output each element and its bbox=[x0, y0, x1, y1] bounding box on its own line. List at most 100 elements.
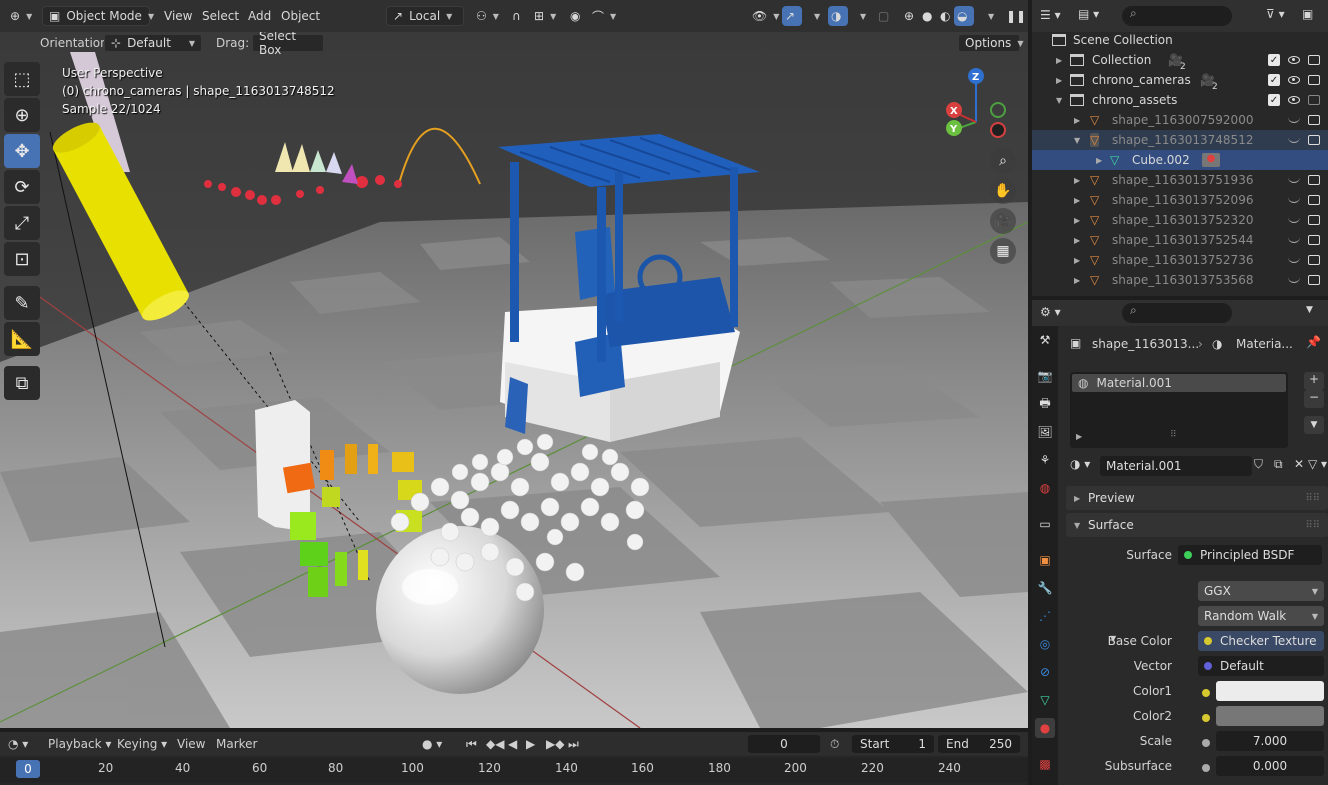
measure-tool[interactable]: 📐 bbox=[4, 322, 40, 356]
expand-arrow[interactable]: ▶ bbox=[1074, 256, 1080, 265]
current-frame-field[interactable]: 0 bbox=[748, 735, 820, 753]
scale-field[interactable]: 7.000 bbox=[1216, 731, 1324, 751]
outliner-editor-type[interactable]: ☰ ▾ bbox=[1040, 8, 1061, 22]
expand-arrow[interactable]: ▶ bbox=[1074, 176, 1080, 185]
add-cube-tool[interactable]: ⧉ bbox=[4, 366, 40, 400]
subsurface-field[interactable]: 0.000 bbox=[1216, 756, 1324, 776]
properties-options-dropdown[interactable]: ▼ bbox=[1306, 305, 1313, 315]
camera-render-icon[interactable] bbox=[1308, 175, 1320, 185]
color1-swatch[interactable] bbox=[1216, 681, 1324, 701]
tab-material[interactable]: ● bbox=[1035, 718, 1055, 738]
cursor-tool[interactable]: ⊕ bbox=[4, 98, 40, 132]
exclude-checkbox[interactable]: ✓ bbox=[1268, 74, 1280, 86]
eye-icon[interactable] bbox=[1288, 56, 1300, 64]
camera-render-icon[interactable] bbox=[1308, 215, 1320, 225]
subsurface-method-dropdown[interactable]: Random Walk ▼ bbox=[1198, 606, 1324, 626]
editor-type-button[interactable]: ⊕ ▼ bbox=[4, 6, 38, 26]
outliner-row-chrono-cameras[interactable]: ▶ chrono_cameras 🎥 2 ✓ bbox=[1032, 70, 1328, 92]
filter-dropdown[interactable]: ⊽ ▾ bbox=[1266, 7, 1285, 21]
tab-modifiers[interactable]: 🔧 bbox=[1035, 578, 1055, 598]
expand-arrow[interactable]: ▶ bbox=[1096, 156, 1102, 165]
tab-render[interactable]: 📷 bbox=[1035, 366, 1055, 386]
end-frame-field[interactable]: End 250 bbox=[938, 735, 1020, 753]
surface-panel-header[interactable]: ▼ Surface ⠿⠿ bbox=[1066, 513, 1328, 537]
prev-keyframe-button[interactable]: ◆◀ bbox=[486, 737, 504, 751]
snap-toggle[interactable]: ∩ bbox=[506, 6, 527, 26]
surface-shader-field[interactable]: Principled BSDF bbox=[1178, 545, 1322, 565]
base-color-field[interactable]: Checker Texture bbox=[1198, 631, 1324, 651]
transform-tool[interactable]: ⊡ bbox=[4, 242, 40, 276]
overlays-dropdown[interactable]: ▼ bbox=[848, 6, 872, 26]
menu-view[interactable]: View bbox=[158, 6, 198, 26]
options-dropdown[interactable]: Options ▼ bbox=[958, 34, 1023, 52]
unlink-material-button[interactable]: ✕ bbox=[1294, 457, 1304, 471]
material-name-field[interactable]: Material.001 bbox=[1100, 456, 1252, 476]
play-reverse-button[interactable]: ◀ bbox=[508, 737, 517, 751]
eye-icon[interactable] bbox=[1288, 76, 1300, 84]
collapse-arrow[interactable]: ▼ bbox=[1056, 96, 1062, 105]
outliner-row-shape[interactable]: ▶ ▽ shape_1163013752320 bbox=[1032, 210, 1328, 230]
properties-editor-type[interactable]: ⚙ ▾ bbox=[1040, 305, 1061, 319]
expand-arrow[interactable]: ▶ bbox=[1074, 276, 1080, 285]
expand-arrow[interactable]: ▶ bbox=[1074, 116, 1080, 125]
outliner-row-chrono-assets[interactable]: ▼ chrono_assets ✓ bbox=[1032, 90, 1328, 110]
mode-dropdown[interactable]: ▣ Object Mode ▼ bbox=[42, 6, 154, 26]
tab-texture[interactable]: ▩ bbox=[1035, 754, 1055, 774]
outliner-row-shape[interactable]: ▶ ▽ shape_1163013752736 bbox=[1032, 250, 1328, 270]
camera-render-icon[interactable] bbox=[1308, 255, 1320, 265]
collapse-arrow[interactable]: ▼ bbox=[1074, 136, 1080, 145]
menu-object[interactable]: Object bbox=[275, 6, 326, 26]
timeline-editor-type[interactable]: ◔ ▾ bbox=[8, 737, 28, 751]
camera-render-icon[interactable] bbox=[1308, 115, 1320, 125]
menu-add[interactable]: Add bbox=[242, 6, 277, 26]
jump-start-button[interactable]: ⏮ bbox=[466, 737, 477, 752]
outliner-row-shape[interactable]: ▶ ▽ shape_1163013752096 bbox=[1032, 190, 1328, 210]
hidden-eye-icon[interactable] bbox=[1288, 117, 1300, 123]
hidden-eye-icon[interactable] bbox=[1288, 217, 1300, 223]
expand-arrow[interactable]: ▶ bbox=[1074, 196, 1080, 205]
eye-icon[interactable] bbox=[1288, 96, 1300, 104]
playhead[interactable]: 0 bbox=[16, 760, 40, 778]
expand-arrow[interactable]: ▶ bbox=[1074, 236, 1080, 245]
zoom-button[interactable]: ⌕ bbox=[990, 148, 1016, 174]
expand-arrow[interactable]: ▶ bbox=[1056, 56, 1062, 65]
tab-physics[interactable]: ◎ bbox=[1035, 634, 1055, 654]
node-link-dropdown[interactable]: ▽ ▾ bbox=[1308, 457, 1327, 471]
pause-render-button[interactable]: ❚❚ bbox=[1000, 6, 1032, 26]
expand-arrow[interactable]: ▶ bbox=[1056, 76, 1062, 85]
3d-viewport[interactable]: Orientation: ⊹ Default ▼ Drag: Select Box… bbox=[0, 32, 1028, 728]
hidden-eye-icon[interactable] bbox=[1288, 177, 1300, 183]
orientation-dropdown[interactable]: ⊹ Default ▼ bbox=[104, 34, 202, 52]
material-slot-list[interactable]: ◍ Material.001 ▶ ⠿ bbox=[1070, 372, 1288, 448]
hidden-eye-icon[interactable] bbox=[1288, 237, 1300, 243]
expand-arrow[interactable]: ▶ bbox=[1074, 216, 1080, 225]
perspective-toggle[interactable]: ▦ bbox=[990, 238, 1016, 264]
add-slot-button[interactable]: + bbox=[1304, 372, 1324, 390]
menu-select[interactable]: Select bbox=[196, 6, 245, 26]
new-collection-button[interactable]: ▣ bbox=[1302, 7, 1313, 21]
next-keyframe-button[interactable]: ▶◆ bbox=[546, 737, 564, 751]
display-mode-dropdown[interactable]: ▤ ▾ bbox=[1078, 7, 1099, 21]
hidden-eye-icon[interactable] bbox=[1288, 137, 1300, 143]
tab-world[interactable]: ◍ bbox=[1035, 478, 1055, 498]
camera-render-icon[interactable] bbox=[1308, 195, 1320, 205]
outliner-row-cube[interactable]: ▶ ▽ Cube.002 ● bbox=[1032, 150, 1328, 170]
record-keyframe-button[interactable]: ● ▾ bbox=[422, 737, 442, 751]
preview-range-toggle[interactable]: ⏱ bbox=[830, 737, 839, 752]
start-frame-field[interactable]: Start 1 bbox=[852, 735, 934, 753]
tab-tool[interactable]: ⚒ bbox=[1035, 330, 1055, 350]
outliner-row-collection[interactable]: ▶ Collection 🎥 2 ✓ bbox=[1032, 50, 1328, 72]
marker-menu[interactable]: Marker bbox=[216, 737, 257, 751]
duplicate-material-button[interactable]: ⧉ bbox=[1274, 457, 1283, 472]
slot-specials-button[interactable]: ▼ bbox=[1304, 416, 1324, 434]
preview-panel-header[interactable]: ▶ Preview ⠿⠿ bbox=[1066, 486, 1328, 510]
exclude-checkbox[interactable]: ✓ bbox=[1268, 94, 1280, 106]
material-slot-item[interactable]: ◍ Material.001 bbox=[1072, 374, 1286, 392]
proportional-edit-toggle[interactable]: ◉ bbox=[564, 6, 586, 26]
camera-render-icon[interactable] bbox=[1308, 95, 1320, 105]
expand-arrow[interactable]: ▶ bbox=[1076, 432, 1082, 441]
fake-user-button[interactable]: ⛉ bbox=[1254, 457, 1263, 472]
vector-field[interactable]: Default bbox=[1198, 656, 1324, 676]
camera-render-icon[interactable] bbox=[1308, 135, 1320, 145]
jump-end-button[interactable]: ⏭ bbox=[568, 737, 579, 752]
